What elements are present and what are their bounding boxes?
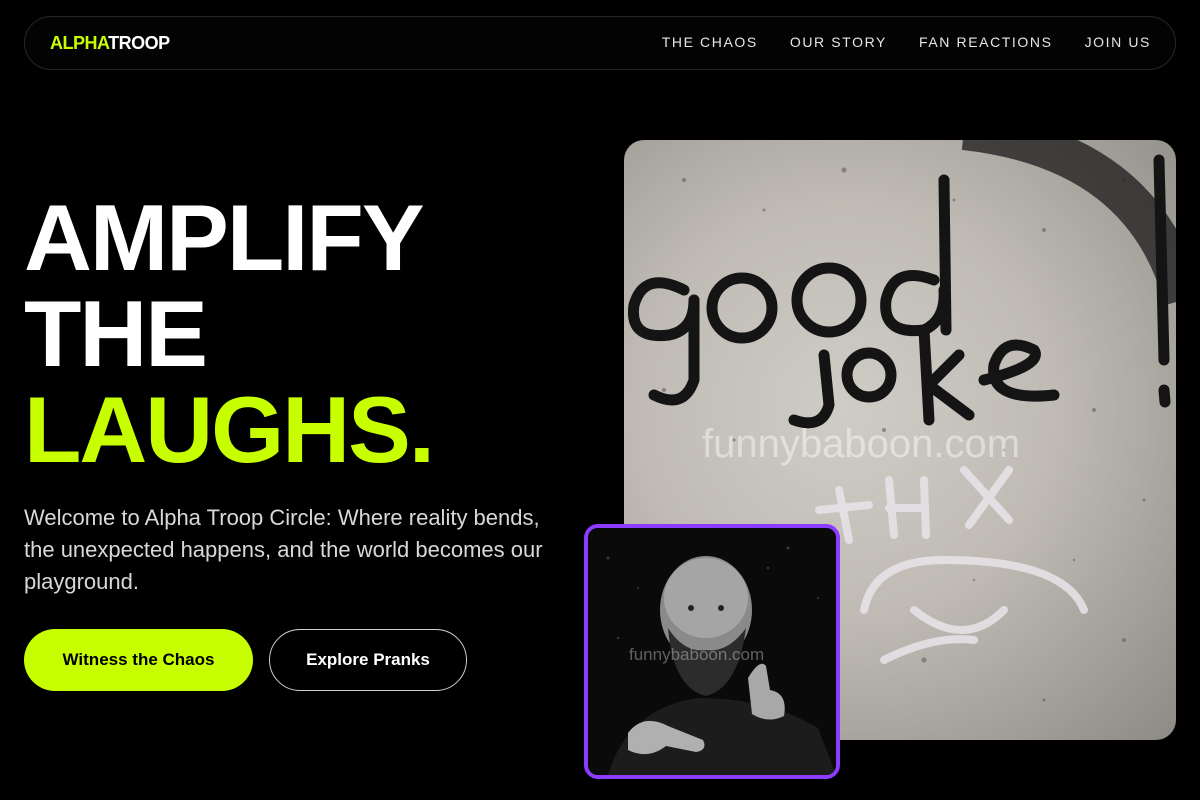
- page: ALPHATROOP THE CHAOS OUR STORY FAN REACT…: [0, 0, 1200, 800]
- headline-line-2: THE: [24, 281, 208, 386]
- hero-headline: AMPLIFY THE LAUGHS.: [24, 185, 435, 482]
- nav-link-join-us[interactable]: JOIN US: [1085, 34, 1151, 50]
- hero-intro: Welcome to Alpha Troop Circle: Where rea…: [24, 505, 543, 594]
- headline-line-3: LAUGHS.: [24, 377, 435, 482]
- logo-part-alpha: ALPHA: [50, 33, 109, 53]
- witness-chaos-button[interactable]: Witness the Chaos: [24, 629, 253, 691]
- nav-link-the-chaos[interactable]: THE CHAOS: [662, 34, 758, 50]
- nav-links: THE CHAOS OUR STORY FAN REACTIONS JOIN U…: [662, 34, 1151, 50]
- logo-part-troop: TROOP: [108, 33, 170, 53]
- watermark-small: funnybaboon.com: [629, 645, 765, 664]
- nav-link-fan-reactions[interactable]: FAN REACTIONS: [919, 34, 1053, 50]
- explore-pranks-button[interactable]: Explore Pranks: [269, 629, 467, 691]
- nav-link-our-story[interactable]: OUR STORY: [790, 34, 887, 50]
- logo[interactable]: ALPHATROOP: [50, 33, 170, 54]
- watermark-large: funnybaboon.com: [702, 422, 1021, 466]
- headline-line-1: AMPLIFY: [24, 185, 425, 290]
- top-nav: ALPHATROOP THE CHAOS OUR STORY FAN REACT…: [24, 16, 1176, 70]
